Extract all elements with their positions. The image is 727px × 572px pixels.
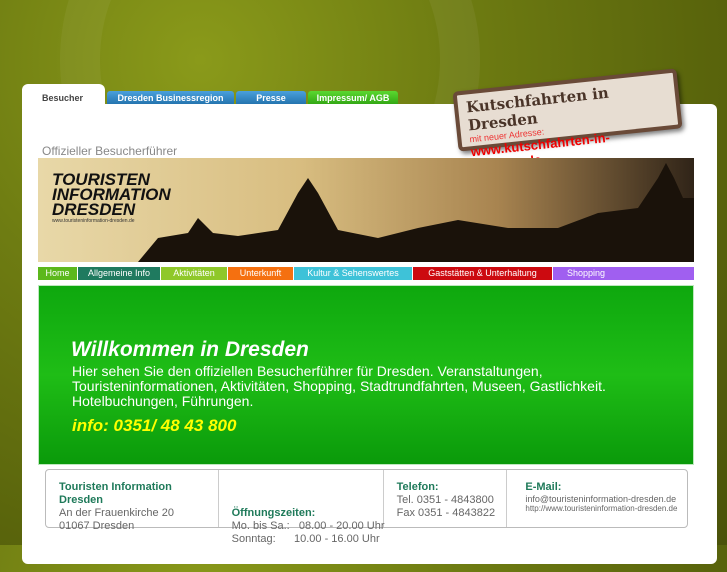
phone-column: Telefon: Tel. 0351 - 4843800 Fax 0351 - 48…	[384, 470, 508, 527]
page-subtitle: Offizieller Besucherführer	[42, 144, 178, 158]
nav-unterkunft[interactable]: Unterkunft	[228, 267, 293, 280]
header-banner: TOURISTEN INFORMATION DRESDEN www.touriste…	[38, 158, 694, 262]
nav-kultur[interactable]: Kultur & Sehenswertes	[294, 267, 412, 280]
logo[interactable]: TOURISTEN INFORMATION DRESDEN	[52, 171, 171, 218]
contact-footer: Touristen Information Dresden An der Frau…	[45, 469, 688, 545]
nav-shopping[interactable]: Shopping	[553, 267, 694, 280]
kutschfahrten-ad[interactable]: Kutschfahrten in Dresden mit neuer Adres…	[452, 68, 683, 174]
nav-gaststaetten[interactable]: Gaststätten & Unterhaltung	[413, 267, 552, 280]
welcome-title: Willkommen in Dresden	[71, 338, 309, 361]
nav-allgemeine-info[interactable]: Allgemeine Info	[78, 267, 160, 280]
nav-home[interactable]: Home	[38, 267, 77, 280]
banner-url: www.touristeninformation-dresden.de	[52, 218, 135, 224]
info-phone: info: 0351/ 48 43 800	[72, 416, 237, 435]
website-link[interactable]: http://www.touristeninformation-dresden.…	[525, 504, 687, 514]
email-column: E-Mail: info@touristeninformation-dresden…	[507, 470, 687, 527]
tab-besucher[interactable]: Besucher	[22, 84, 105, 109]
welcome-text: Hier sehen Sie den offiziellen Besucherf…	[72, 363, 606, 409]
address-column: Touristen Information Dresden An der Frau…	[46, 470, 219, 532]
email-link[interactable]: info@touristeninformation-dresden.de	[525, 494, 687, 504]
hours-column: Öffnungszeiten: Mo. bis Sa.: 08.00 - 20.0…	[219, 470, 384, 545]
nav-aktivitaeten[interactable]: Aktivitäten	[161, 267, 227, 280]
welcome-box: Willkommen in Dresden Hier sehen Sie den…	[38, 285, 694, 465]
